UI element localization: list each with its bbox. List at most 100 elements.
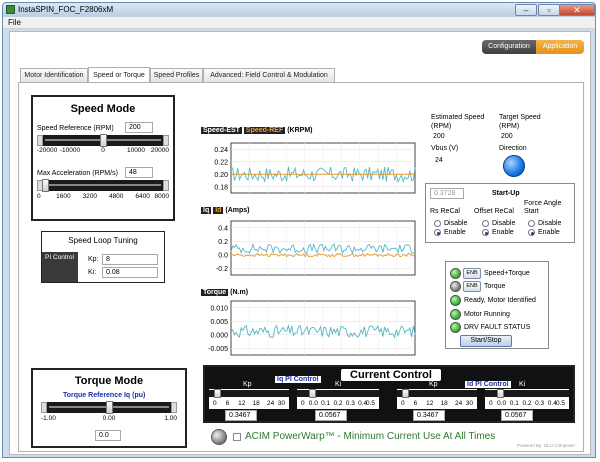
slider-thumb[interactable] <box>214 389 222 398</box>
id-ki-slider-panel: 0 0.0 0.1 0.2 0.3 0.4 0.5 <box>485 389 569 409</box>
speed-chart-title: Speed-EST Speed-REF (KRPM) <box>201 127 312 134</box>
slider-thumb[interactable] <box>105 401 113 414</box>
id-kp-ticks: 0 6 12 18 24 30 <box>401 400 473 408</box>
minimize-button[interactable]: – <box>515 4 537 16</box>
id-ki-slider[interactable] <box>485 389 569 398</box>
window-title: InstaSPIN_FOC_F2806xM <box>18 5 114 14</box>
iq-kp-slider[interactable] <box>209 389 289 398</box>
id-kp-field[interactable]: 0.3467 <box>413 410 445 421</box>
tick-label: 0.1 <box>321 400 331 407</box>
tab-advanced[interactable]: Advanced: Field Control & Modulation <box>203 68 335 82</box>
drv-fault-label: DRV FAULT STATUS <box>464 324 531 331</box>
close-button[interactable]: ✕ <box>559 4 595 16</box>
speed-chart: 0.24 0.22 0.20 0.18 <box>214 142 416 194</box>
direction-indicator-icon <box>503 155 525 177</box>
speed-reference-slider[interactable] <box>37 134 169 147</box>
speed-torque-enable-button[interactable]: ENB <box>463 268 481 279</box>
rs-value-field[interactable]: 0.3728 <box>430 188 464 199</box>
speed-ki-field[interactable]: 0.08 <box>102 267 158 278</box>
iq-ki-label: Ki <box>335 381 342 388</box>
force-angle-disable-label: Disable <box>538 220 562 227</box>
speed-kp-field[interactable]: 8 <box>102 254 158 265</box>
offset-recal-disable-label: Disable <box>492 220 516 227</box>
tick-label: 4800 <box>108 193 124 200</box>
tick-label: -1.00 <box>41 415 56 422</box>
slider-left-cap <box>37 135 43 146</box>
start-stop-button[interactable]: Start/Stop <box>460 335 512 347</box>
y-tick-label: 0.20 <box>214 172 228 179</box>
powerwarp-led-icon <box>211 429 227 445</box>
rs-recal-enable-radio[interactable] <box>434 229 441 236</box>
tick-label: 30 <box>465 400 473 407</box>
offset-recal-disable-radio[interactable] <box>482 220 489 227</box>
iq-ki-ticks: 0 0.0 0.1 0.2 0.3 0.4 0.5 <box>301 400 375 408</box>
application-mode-button[interactable]: Application <box>536 40 584 54</box>
force-angle-disable-radio[interactable] <box>528 220 535 227</box>
tick-label: 1.00 <box>164 415 177 422</box>
app-icon <box>6 5 15 14</box>
startup-box: 0.3728 Start-Up Force Angle Start Rs ReC… <box>425 183 575 243</box>
powerwarp-checkbox[interactable] <box>233 433 241 441</box>
speed-torque-led-icon <box>450 268 461 279</box>
slider-bar <box>45 184 161 186</box>
ki-label: Ki: <box>88 269 97 276</box>
slider-left-cap <box>41 402 47 413</box>
id-kp-slider[interactable] <box>397 389 477 398</box>
tab-speed-profiles[interactable]: Speed Profiles <box>150 68 203 82</box>
offset-recal-label: Offset ReCal <box>474 208 514 215</box>
speed-est-tag: Speed-EST <box>201 127 242 134</box>
menu-bar: File <box>3 17 595 29</box>
rs-recal-disable-radio[interactable] <box>434 220 441 227</box>
offset-recal-enable-label: Enable <box>492 229 514 236</box>
force-angle-enable-label: Enable <box>538 229 560 236</box>
y-tick-label: 0.0 <box>218 252 228 259</box>
tick-label: 0 <box>401 400 405 407</box>
id-pi-control-label: Id PI Control <box>465 381 511 388</box>
tick-label: 0.3 <box>535 400 545 407</box>
torque-mode-box: Torque Mode Torque Reference Iq (pu) -1.… <box>31 368 187 448</box>
slider-thumb[interactable] <box>100 134 108 147</box>
y-tick-label: 0.18 <box>214 184 228 191</box>
slider-thumb[interactable] <box>497 389 505 398</box>
torque-reference-field[interactable]: 0.0 <box>95 430 121 441</box>
tick-label: 0.2 <box>522 400 532 407</box>
menu-file[interactable]: File <box>8 18 21 27</box>
torque-mode-title: Torque Mode <box>74 375 144 387</box>
configuration-mode-button[interactable]: Configuration <box>482 40 536 54</box>
y-tick-label: 0.005 <box>210 319 228 326</box>
tab-speed-or-torque[interactable]: Speed or Torque <box>88 67 150 82</box>
iq-ki-slider[interactable] <box>297 389 379 398</box>
maximize-button[interactable]: ▫ <box>538 4 560 16</box>
target-speed-value: 200 <box>501 133 513 140</box>
rs-recal-label: Rs ReCal <box>430 208 460 215</box>
tick-label: 12 <box>426 400 434 407</box>
torque-reference-slider[interactable] <box>41 401 177 414</box>
powerwarp-label: ACIM PowerWarp™ - Minimum Current Use At… <box>245 431 496 442</box>
tick-label: 6 <box>225 400 230 407</box>
force-angle-enable-radio[interactable] <box>528 229 535 236</box>
offset-recal-enable-radio[interactable] <box>482 229 489 236</box>
current-control-title: Current Control <box>341 369 441 381</box>
ready-led-icon <box>450 295 461 306</box>
slider-thumb[interactable] <box>42 179 50 192</box>
iq-ki-field[interactable]: 0.0567 <box>315 410 347 421</box>
current-unit-label: (Amps) <box>225 207 250 214</box>
max-acceleration-slider[interactable] <box>37 179 169 192</box>
iq-kp-field[interactable]: 0.3467 <box>225 410 257 421</box>
vbus-value: 24 <box>435 157 443 164</box>
tick-label: 6 <box>413 400 418 407</box>
speed-loop-tuning-box: Speed Loop Tuning PI Control Kp: 8 Ki: 0… <box>41 231 165 283</box>
speed-reference-field[interactable]: 200 <box>125 122 153 133</box>
id-ki-field[interactable]: 0.0567 <box>501 410 533 421</box>
torque-chart-title: Torque (N.m) <box>201 289 248 296</box>
tick-label: 0.0 <box>308 400 318 407</box>
slider-right-cap <box>163 180 169 191</box>
y-tick-label: 0.000 <box>210 332 228 339</box>
slider-thumb[interactable] <box>402 389 410 398</box>
tick-label: 30 <box>277 400 285 407</box>
tab-motor-identification[interactable]: Motor Identification <box>20 68 88 82</box>
speed-torque-label: Speed+Torque <box>484 270 530 277</box>
max-acceleration-field[interactable]: 48 <box>125 167 153 178</box>
torque-enable-button[interactable]: ENB <box>463 281 481 292</box>
slider-thumb[interactable] <box>308 389 316 398</box>
